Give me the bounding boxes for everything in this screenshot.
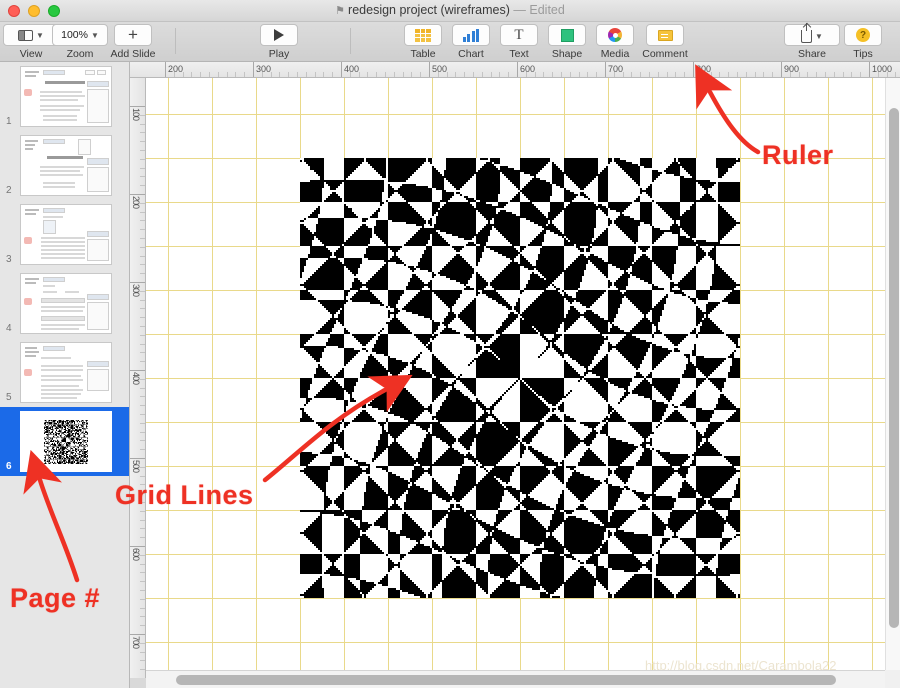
slide-thumbnail-image [20, 411, 112, 472]
play-label: Play [269, 48, 289, 60]
share-label: Share [798, 48, 826, 60]
pattern-thumbnail-art [44, 420, 88, 464]
play-button[interactable]: Play [252, 24, 306, 60]
document-icon: ⚑ [335, 5, 345, 17]
grid-line-horizontal [146, 114, 885, 115]
grid-line-horizontal [146, 642, 885, 643]
add-slide-button[interactable]: + Add Slide [106, 24, 160, 60]
title-separator: — [513, 3, 526, 17]
zoom-label: Zoom [67, 48, 94, 60]
zoom-value: 100% [61, 29, 88, 41]
insert-table-button[interactable]: Table [396, 24, 450, 60]
insert-comment-button[interactable]: Comment [638, 24, 692, 60]
page-number-annotation-label: Page # [10, 583, 100, 614]
insert-shape-label: Shape [552, 48, 582, 60]
tips-label: Tips [853, 48, 872, 60]
slide-number: 1 [6, 116, 12, 127]
insert-chart-label: Chart [458, 48, 484, 60]
chevron-down-icon: ▼ [815, 32, 823, 41]
gridlines-annotation-label: Grid Lines [115, 480, 254, 511]
slide-thumbnail-4[interactable]: 4 [0, 269, 130, 338]
scrollbar-corner [885, 670, 900, 688]
tips-button[interactable]: ? Tips [836, 24, 890, 60]
ruler-tick-major [130, 106, 146, 107]
toolbar-divider [175, 28, 176, 54]
slide-thumbnail-1[interactable]: 1 [0, 62, 130, 131]
slide-thumbnail-image [20, 135, 112, 196]
insert-text-button[interactable]: T Text [492, 24, 546, 60]
ruler-tick-major [130, 634, 146, 635]
slide-thumbnail-image [20, 66, 112, 127]
toolbar-divider [350, 28, 351, 54]
chevron-down-icon: ▼ [36, 31, 44, 40]
edited-status: Edited [529, 3, 564, 17]
view-button-label: View [20, 48, 43, 60]
insert-media-button[interactable]: Media [588, 24, 642, 60]
horizontal-scrollbar-thumb[interactable] [176, 675, 836, 685]
slide-number: 4 [6, 323, 12, 334]
checkerboard-op-art-pattern[interactable] [300, 158, 740, 598]
insert-shape-button[interactable]: Shape [540, 24, 594, 60]
ruler-annotation-label: Ruler [762, 140, 834, 171]
grid-line-horizontal [146, 598, 885, 599]
insert-text-label: Text [509, 48, 528, 60]
tips-icon: ? [856, 28, 870, 42]
insert-chart-button[interactable]: Chart [444, 24, 498, 60]
shape-icon [561, 29, 574, 42]
insert-comment-label: Comment [642, 48, 688, 60]
play-icon [274, 29, 284, 41]
share-icon [801, 30, 812, 43]
chart-icon [463, 29, 479, 42]
slide-number: 3 [6, 254, 12, 265]
horizontal-scrollbar[interactable] [146, 670, 885, 688]
title-bar: ⚑redesign project (wireframes) — Edited [0, 0, 900, 22]
vertical-scrollbar[interactable] [885, 78, 900, 678]
ruler-tick-major [130, 282, 146, 283]
ruler-tick-major [130, 370, 146, 371]
table-icon [415, 29, 431, 42]
horizontal-ruler[interactable]: 2003004005006007008009001000 [130, 62, 900, 78]
slide-thumbnail-6[interactable]: 6 [0, 407, 130, 476]
ruler-tick-major [130, 458, 146, 459]
zoom-control[interactable]: 100% ▼ Zoom [53, 24, 107, 60]
vertical-ruler[interactable]: 100200300400500600700 [130, 78, 146, 678]
slide-number: 6 [6, 461, 12, 472]
comment-icon [658, 30, 673, 41]
insert-table-label: Table [410, 48, 435, 60]
insert-media-label: Media [601, 48, 630, 60]
text-icon: T [514, 28, 523, 42]
slide-thumbnail-image [20, 342, 112, 403]
keynote-window: ⚑redesign project (wireframes) — Edited … [0, 0, 900, 688]
view-panel-icon [18, 30, 33, 41]
slide-number: 2 [6, 185, 12, 196]
slide-thumbnail-2[interactable]: 2 [0, 131, 130, 200]
slide-thumbnail-3[interactable]: 3 [0, 200, 130, 269]
slide-number: 5 [6, 392, 12, 403]
view-button[interactable]: ▼ View [4, 24, 58, 60]
slide-thumbnail-image [20, 273, 112, 334]
share-button[interactable]: ▼ Share [785, 24, 839, 60]
ruler-tick-major [130, 546, 146, 547]
add-slide-label: Add Slide [111, 48, 156, 60]
chevron-down-icon: ▼ [91, 31, 99, 40]
document-title[interactable]: ⚑redesign project (wireframes) — Edited [0, 3, 900, 17]
media-icon [608, 28, 622, 42]
plus-icon: + [128, 28, 138, 42]
ruler-label: 1000 [869, 64, 892, 74]
vertical-scrollbar-thumb[interactable] [889, 108, 899, 628]
main-toolbar: ▼ View 100% ▼ Zoom + Add Slide Play [0, 22, 900, 62]
slide-thumbnail-5[interactable]: 5 [0, 338, 130, 407]
ruler-tick-major [130, 194, 146, 195]
document-title-text: redesign project (wireframes) [348, 3, 510, 17]
slide-thumbnail-image [20, 204, 112, 265]
